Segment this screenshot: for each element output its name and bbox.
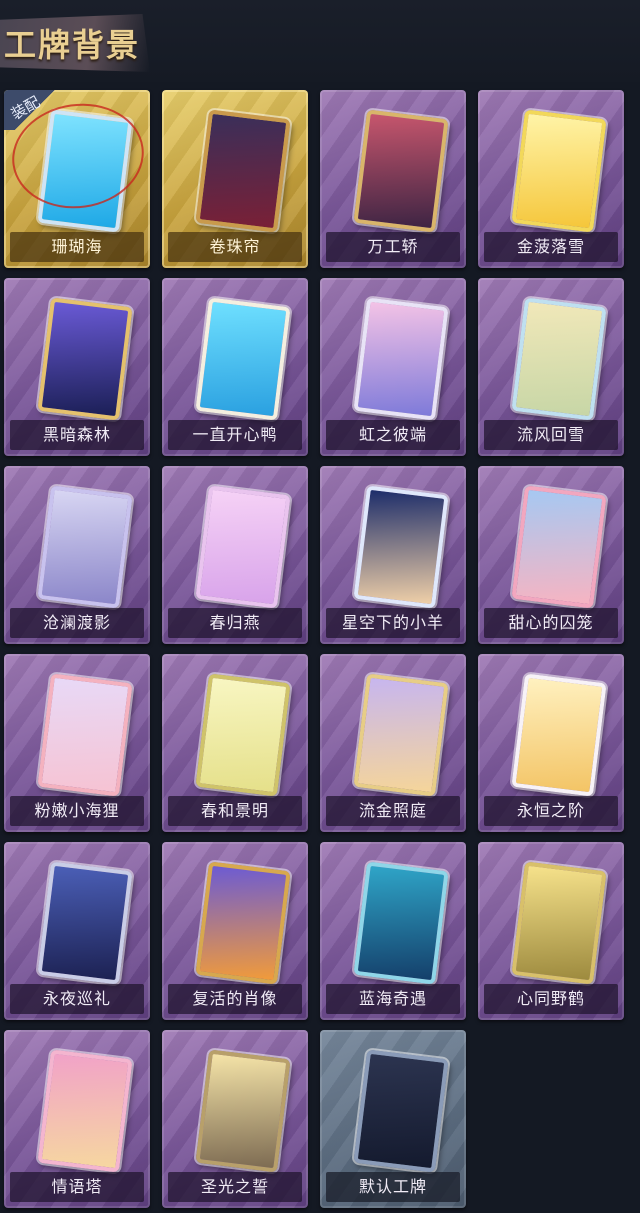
card-artwork [511,109,607,233]
background-card[interactable]: 甜心的囚笼 [478,466,624,644]
card-artwork [195,1049,291,1173]
card-artwork [353,673,449,797]
card-artwork [511,673,607,797]
card-label: 圣光之誓 [168,1172,302,1202]
card-artwork [195,861,291,985]
card-artwork [511,485,607,609]
card-label: 情语塔 [10,1172,144,1202]
card-artwork [195,297,291,421]
card-label: 春归燕 [168,608,302,638]
card-artwork [353,297,449,421]
card-label: 春和景明 [168,796,302,826]
card-artwork [37,861,133,985]
card-label: 蓝海奇遇 [326,984,460,1014]
card-label: 心同野鹤 [484,984,618,1014]
background-card[interactable]: 春和景明 [162,654,308,832]
equipped-badge: 装配 [4,90,56,130]
background-card[interactable]: 蓝海奇遇 [320,842,466,1020]
background-card[interactable]: 春归燕 [162,466,308,644]
card-label: 流风回雪 [484,420,618,450]
card-artwork [511,297,607,421]
background-card[interactable]: 装配 珊瑚海 [4,90,150,268]
background-card[interactable]: 永夜巡礼 [4,842,150,1020]
background-card[interactable]: 一直开心鸭 [162,278,308,456]
background-card[interactable]: 粉嫩小海狸 [4,654,150,832]
card-artwork [37,1049,133,1173]
card-artwork [353,861,449,985]
background-card[interactable]: 流风回雪 [478,278,624,456]
card-label: 默认工牌 [326,1172,460,1202]
card-artwork [353,485,449,609]
card-label: 永恒之阶 [484,796,618,826]
background-card[interactable]: 复活的肖像 [162,842,308,1020]
card-artwork [195,109,291,233]
background-card[interactable]: 流金照庭 [320,654,466,832]
card-artwork [195,673,291,797]
background-card[interactable]: 心同野鹤 [478,842,624,1020]
card-label: 黑暗森林 [10,420,144,450]
card-artwork [37,673,133,797]
card-artwork [37,297,133,421]
card-artwork [353,1049,449,1173]
card-label: 星空下的小羊 [326,608,460,638]
page-title: 工牌背景 [4,26,141,64]
card-label: 卷珠帘 [168,232,302,262]
background-card[interactable]: 圣光之誓 [162,1030,308,1208]
card-label: 甜心的囚笼 [484,608,618,638]
background-card[interactable]: 星空下的小羊 [320,466,466,644]
card-label: 珊瑚海 [10,232,144,262]
card-label: 粉嫩小海狸 [10,796,144,826]
card-label: 永夜巡礼 [10,984,144,1014]
background-card[interactable]: 永恒之阶 [478,654,624,832]
background-card[interactable]: 金菠落雪 [478,90,624,268]
equipped-badge-label: 装配 [8,92,43,124]
card-label: 金菠落雪 [484,232,618,262]
card-artwork [195,485,291,609]
background-card[interactable]: 万工轿 [320,90,466,268]
card-label: 流金照庭 [326,796,460,826]
background-card[interactable]: 卷珠帘 [162,90,308,268]
card-label: 一直开心鸭 [168,420,302,450]
background-card-grid: 装配珊瑚海 卷珠帘 万工轿 金菠落雪黑暗森林 一直开心鸭 虹之彼端 流风回雪沧澜渡影 春归燕星… [4,90,632,1208]
card-label: 沧澜渡影 [10,608,144,638]
card-label: 万工轿 [326,232,460,262]
card-label: 虹之彼端 [326,420,460,450]
background-card[interactable]: 黑暗森林 [4,278,150,456]
background-card[interactable]: 虹之彼端 [320,278,466,456]
card-artwork [353,109,449,233]
header: 工牌背景 [0,0,640,82]
card-artwork [511,861,607,985]
background-card[interactable]: 默认工牌 [320,1030,466,1208]
card-label: 复活的肖像 [168,984,302,1014]
background-card[interactable]: 沧澜渡影 [4,466,150,644]
background-card[interactable]: 情语塔 [4,1030,150,1208]
card-artwork [37,485,133,609]
